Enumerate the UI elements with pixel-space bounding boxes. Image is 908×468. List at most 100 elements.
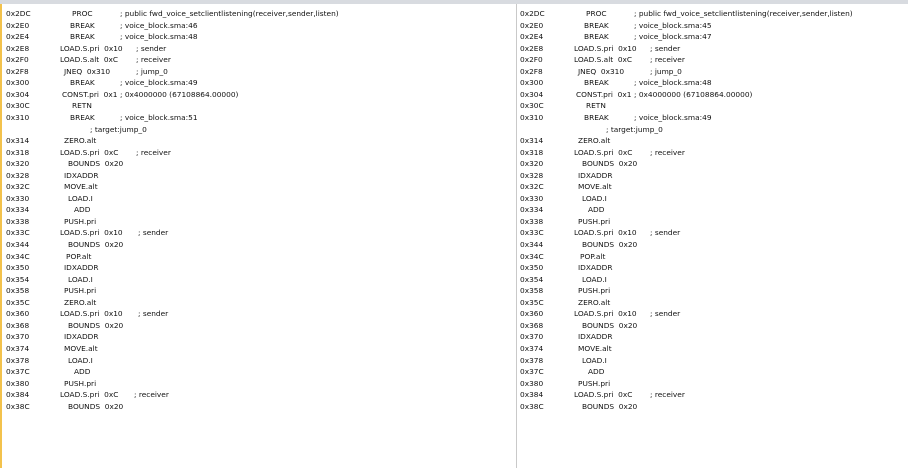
code-line[interactable]: 0x374 MOVE.alt: [516, 343, 908, 355]
address: 0x350: [6, 263, 30, 273]
instruction: RETN: [586, 101, 606, 111]
code-line[interactable]: 0x380 PUSH.pri: [2, 378, 454, 390]
code-line[interactable]: 0x338 PUSH.pri: [516, 216, 908, 228]
code-line[interactable]: 0x320 BOUNDS 0x20: [516, 158, 908, 170]
comment: ; voice_block.sma:45: [634, 20, 712, 30]
code-line[interactable]: 0x2DC PROC ; public fwd_voice_setclientlis…: [2, 8, 454, 20]
code-line[interactable]: 0x2F0 LOAD.S.alt 0xC ; receiver: [516, 54, 908, 66]
code-line[interactable]: 0x35C ZERO.alt: [2, 297, 454, 309]
right-disassembly-pane[interactable]: 0x2DC PROC ; public fwd_voice_setclientlis…: [516, 4, 908, 468]
code-line[interactable]: 0x368 BOUNDS 0x20: [2, 320, 454, 332]
code-line[interactable]: 0x2E0 BREAK ; voice_block.sma:46: [2, 20, 454, 32]
instruction: BOUNDS 0x20: [582, 240, 638, 249]
code-line[interactable]: 0x32C MOVE.alt: [516, 181, 908, 193]
code-line[interactable]: 0x33C LOAD.S.pri 0x10 ; sender: [2, 227, 454, 239]
code-line[interactable]: 0x384 LOAD.S.pri 0xC ; receiver: [516, 389, 908, 401]
code-line[interactable]: 0x358 PUSH.pri: [2, 285, 454, 297]
code-line[interactable]: 0x30C RETN: [516, 100, 908, 112]
instruction: LOAD.I: [582, 193, 607, 203]
code-line[interactable]: 0x34C POP.alt: [516, 251, 908, 263]
code-line[interactable]: 0x334 ADD: [516, 204, 908, 216]
code-line[interactable]: 0x350 IDXADDR: [516, 262, 908, 274]
address: 0x38C: [520, 401, 544, 411]
code-line[interactable]: 0x374 MOVE.alt: [2, 343, 454, 355]
code-line[interactable]: 0x37C ADD: [516, 366, 908, 378]
code-line[interactable]: 0x330 LOAD.I: [2, 193, 454, 205]
comment: ; voice_block.sma:46: [120, 20, 198, 30]
code-line[interactable]: 0x2DC PROC ; public fwd_voice_setclientlis…: [516, 8, 908, 20]
instruction: IDXADDR: [64, 170, 99, 180]
left-disassembly-pane[interactable]: 0x2DC PROC ; public fwd_voice_setclientlis…: [0, 4, 454, 468]
code-line[interactable]: 0x300 BREAK ; voice_block.sma:48: [516, 77, 908, 89]
code-line[interactable]: 0x310 BREAK ; voice_block.sma:51: [2, 112, 454, 124]
code-line[interactable]: 0x320 BOUNDS 0x20: [2, 158, 454, 170]
code-line[interactable]: 0x384 LOAD.S.pri 0xC ; receiver: [2, 389, 454, 401]
instruction: BOUNDS 0x20: [68, 320, 124, 330]
code-line[interactable]: 0x35C ZERO.alt: [516, 297, 908, 309]
comment: ; receiver: [136, 147, 171, 157]
comment: ; sender: [136, 43, 167, 53]
code-line[interactable]: ; target:jump_0: [2, 124, 454, 136]
code-line[interactable]: 0x370 IDXADDR: [516, 331, 908, 343]
instruction: LOAD.S.pri 0x10: [60, 309, 123, 319]
code-line[interactable]: 0x2F8 JNEQ 0x310 ; jump_0: [516, 66, 908, 78]
code-line[interactable]: 0x354 LOAD.I: [516, 274, 908, 286]
instruction: PUSH.pri: [64, 378, 97, 388]
code-line[interactable]: 0x32C MOVE.alt: [2, 181, 454, 193]
address: 0x380: [520, 378, 544, 388]
code-line[interactable]: 0x370 IDXADDR: [2, 331, 454, 343]
code-line[interactable]: 0x304 CONST.pri 0x1; 0x4000000 (67108864.…: [516, 89, 908, 101]
address: 0x320: [6, 159, 30, 169]
instruction: LOAD.S.pri 0xC: [574, 390, 633, 400]
code-line[interactable]: 0x378 LOAD.I: [516, 355, 908, 367]
code-line[interactable]: 0x2E4 BREAK ; voice_block.sma:48: [2, 31, 454, 43]
code-line[interactable]: 0x344 BOUNDS 0x20: [2, 239, 454, 251]
instruction: BOUNDS 0x20: [68, 159, 124, 169]
instruction: LOAD.S.pri 0xC: [60, 147, 119, 157]
code-line[interactable]: 0x2F8 JNEQ 0x310 ; jump_0: [2, 66, 454, 78]
code-line[interactable]: 0x338 PUSH.pri: [2, 216, 454, 228]
address: 0x378: [6, 355, 30, 365]
address: 0x358: [6, 286, 30, 296]
code-line[interactable]: 0x330 LOAD.I: [516, 193, 908, 205]
address: 0x32C: [6, 182, 30, 192]
code-line[interactable]: 0x328 IDXADDR: [2, 170, 454, 182]
comment: ; voice_block.sma:51: [120, 112, 198, 122]
instruction: POP.alt: [580, 251, 606, 261]
code-line[interactable]: 0x2E4 BREAK ; voice_block.sma:47: [516, 31, 908, 43]
code-line[interactable]: 0x2F0 LOAD.S.alt 0xC ; receiver: [2, 54, 454, 66]
code-line[interactable]: 0x328 IDXADDR: [516, 170, 908, 182]
address: 0x314: [520, 136, 544, 146]
code-line[interactable]: 0x368 BOUNDS 0x20: [516, 320, 908, 332]
address: 0x2E8: [6, 43, 30, 53]
code-line[interactable]: 0x344 BOUNDS 0x20: [516, 239, 908, 251]
code-line[interactable]: 0x360 LOAD.S.pri 0x10 ; sender: [516, 308, 908, 320]
code-line[interactable]: 0x2E0 BREAK ; voice_block.sma:45: [516, 20, 908, 32]
code-line[interactable]: 0x2E8 LOAD.S.pri 0x10 ; sender: [516, 43, 908, 55]
code-line[interactable]: 0x33C LOAD.S.pri 0x10 ; sender: [516, 227, 908, 239]
code-line[interactable]: 0x378 LOAD.I: [2, 355, 454, 367]
code-line[interactable]: 0x304 CONST.pri 0x1; 0x4000000 (67108864.…: [2, 89, 454, 101]
instruction: LOAD.S.pri 0x10: [60, 43, 123, 53]
code-line[interactable]: 0x380 PUSH.pri: [516, 378, 908, 390]
code-line[interactable]: 0x300 BREAK ; voice_block.sma:49: [2, 77, 454, 89]
code-line[interactable]: 0x37C ADD: [2, 366, 454, 378]
code-line[interactable]: 0x310 BREAK ; voice_block.sma:49: [516, 112, 908, 124]
code-line[interactable]: 0x38C BOUNDS 0x20: [2, 401, 454, 413]
instruction: MOVE.alt: [578, 182, 612, 192]
code-line[interactable]: ; target:jump_0: [516, 124, 908, 136]
code-line[interactable]: 0x314 ZERO.alt: [516, 135, 908, 147]
address: 0x358: [520, 286, 544, 296]
code-line[interactable]: 0x314 ZERO.alt: [2, 135, 454, 147]
code-line[interactable]: 0x354 LOAD.I: [2, 274, 454, 286]
code-line[interactable]: 0x30C RETN: [2, 100, 454, 112]
code-line[interactable]: 0x318 LOAD.S.pri 0xC ; receiver: [516, 147, 908, 159]
code-line[interactable]: 0x34C POP.alt: [2, 251, 454, 263]
code-line[interactable]: 0x38C BOUNDS 0x20: [516, 401, 908, 413]
code-line[interactable]: 0x358 PUSH.pri: [516, 285, 908, 297]
code-line[interactable]: 0x360 LOAD.S.pri 0x10 ; sender: [2, 308, 454, 320]
code-line[interactable]: 0x318 LOAD.S.pri 0xC ; receiver: [2, 147, 454, 159]
code-line[interactable]: 0x334 ADD: [2, 204, 454, 216]
code-line[interactable]: 0x350 IDXADDR: [2, 262, 454, 274]
code-line[interactable]: 0x2E8 LOAD.S.pri 0x10 ; sender: [2, 43, 454, 55]
